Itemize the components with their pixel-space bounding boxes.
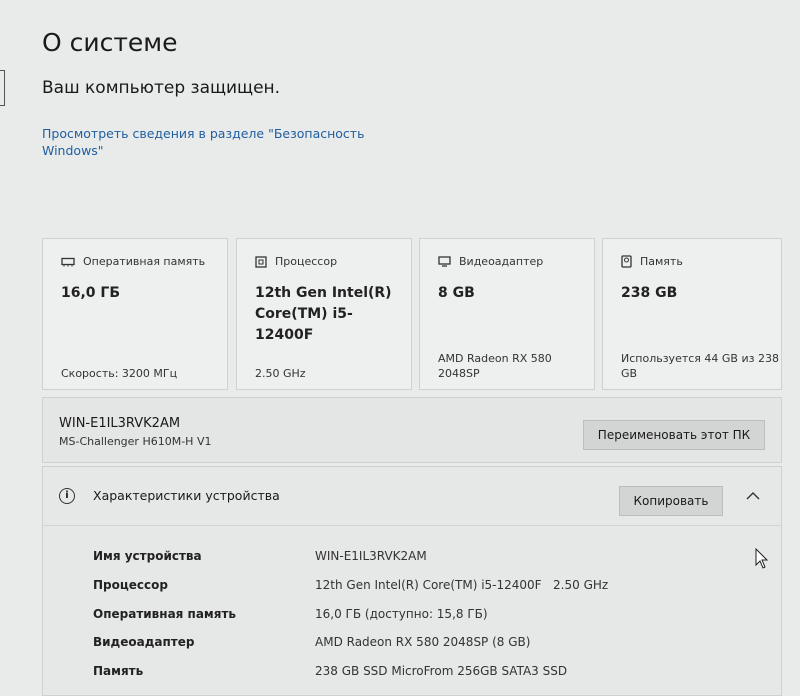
processor-card-header: Процессор [255,255,337,268]
spec-value: 16,0 ГБ (доступно: 15,8 ГБ) [315,607,488,621]
processor-card-detail: 2.50 GHz [255,367,306,380]
memory-card-label: Оперативная память [83,255,206,268]
info-icon: i [59,488,75,504]
display-adapter-icon [438,256,451,267]
storage-card: Память 238 GB Используется 44 GB из 238 … [602,238,782,390]
spec-key: Память [93,664,144,678]
page-title: О системе [42,28,178,57]
rename-pc-button[interactable]: Переименовать этот ПК [583,420,765,450]
security-details-link[interactable]: Просмотреть сведения в разделе "Безопасн… [42,125,372,159]
device-specs-title: Характеристики устройства [93,488,280,503]
storage-card-header: Память [621,255,683,268]
gpu-card-header: Видеоадаптер [438,255,543,268]
copy-button[interactable]: Копировать [619,486,723,516]
nav-edge-indicator [0,70,5,106]
device-model: MS-Challenger H610M-H V1 [59,435,212,448]
protection-status: Ваш компьютер защищен. [42,78,281,98]
device-specs-panel: i Характеристики устройства Копировать И… [42,466,782,696]
device-name-panel: WIN-E1IL3RVK2AM MS-Challenger H610M-H V1… [42,397,782,463]
gpu-card: Видеоадаптер 8 GB AMD Radeon RX 580 2048… [419,238,595,390]
storage-icon [621,255,632,268]
chevron-up-icon[interactable] [743,488,763,504]
storage-card-value: 238 GB [621,285,678,301]
spec-value: 12th Gen Intel(R) Core(TM) i5-12400F 2.5… [315,578,609,592]
gpu-card-detail: AMD Radeon RX 580 2048SP [438,352,552,380]
processor-card-value: 12th Gen Intel(R) Core(TM) i5-12400F [255,285,392,343]
spec-value: 238 GB SSD MicroFrom 256GB SATA3 SSD [315,664,568,678]
spec-key: Видеоадаптер [93,635,195,649]
device-specs-header[interactable]: i Характеристики устройства Копировать [43,467,781,526]
device-name: WIN-E1IL3RVK2AM [59,416,181,431]
spec-key: Имя устройства [93,549,202,563]
memory-card-detail: Скорость: 3200 МГц [61,367,178,380]
memory-card: Оперативная память 16,0 ГБ Скорость: 320… [42,238,228,390]
processor-card: Процессор 12th Gen Intel(R) Core(TM) i5-… [236,238,412,390]
mouse-cursor-icon [755,548,769,569]
memory-icon [61,257,75,266]
spec-value: AMD Radeon RX 580 2048SP (8 GB) [315,635,531,649]
processor-card-label: Процессор [275,255,338,268]
spec-key: Процессор [93,578,168,592]
memory-card-value: 16,0 ГБ [61,285,121,301]
processor-icon [255,255,267,268]
spec-value: WIN-E1IL3RVK2AM [315,549,427,563]
gpu-card-value: 8 GB [438,285,475,301]
spec-key: Оперативная память [93,607,236,621]
storage-card-detail: Используется 44 GB из 238 GB [621,352,779,380]
gpu-card-label: Видеоадаптер [459,255,544,268]
storage-card-label: Память [640,255,683,268]
memory-card-header: Оперативная память [61,255,205,268]
